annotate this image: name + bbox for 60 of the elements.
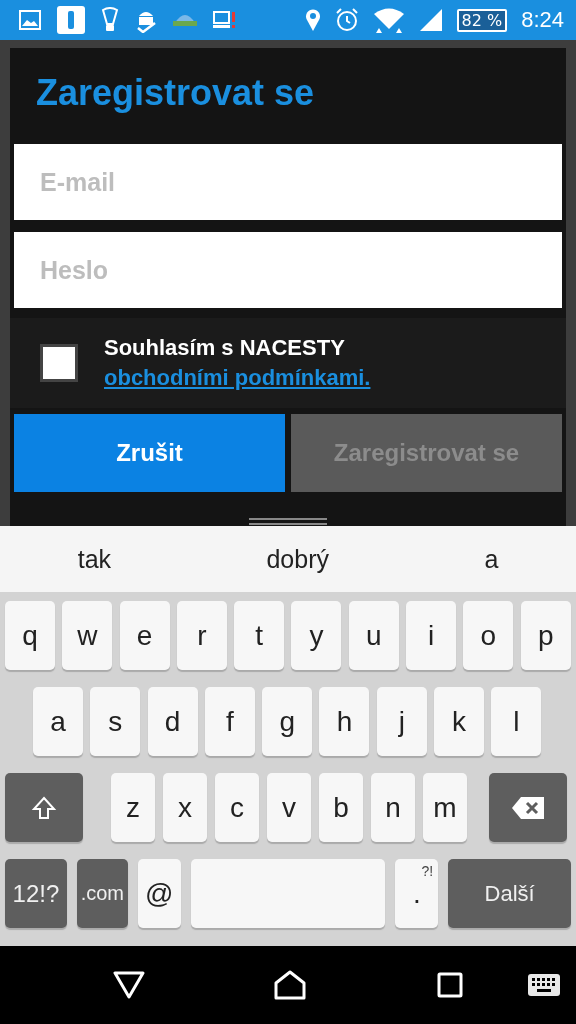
- wifi-icon: [372, 7, 405, 33]
- shift-key[interactable]: [5, 773, 83, 842]
- cancel-button[interactable]: Zrušit: [14, 414, 285, 492]
- keyboard-icon[interactable]: [528, 974, 560, 996]
- letter-key[interactable]: j: [376, 687, 427, 756]
- letter-key[interactable]: k: [434, 687, 485, 756]
- letter-key[interactable]: u: [348, 601, 399, 670]
- letter-key[interactable]: q: [5, 601, 55, 670]
- symbols-key[interactable]: 12!?: [5, 859, 67, 928]
- alarm-icon: [334, 8, 359, 32]
- letter-key[interactable]: p: [520, 601, 571, 670]
- backspace-key[interactable]: [489, 773, 567, 842]
- letter-key[interactable]: t: [234, 601, 285, 670]
- word-suggestion[interactable]: tak: [77, 544, 112, 574]
- com-key[interactable]: .com: [76, 859, 128, 928]
- word-suggestion[interactable]: a: [484, 544, 499, 574]
- terms-link[interactable]: obchodními podmínkami.: [104, 365, 371, 390]
- letter-key[interactable]: x: [163, 773, 207, 842]
- letter-key[interactable]: l: [491, 687, 542, 756]
- recents-icon[interactable]: [437, 972, 463, 998]
- drag-handle-icon[interactable]: [249, 518, 327, 526]
- battery-indicator: 82 %: [456, 8, 508, 32]
- letter-key[interactable]: n: [371, 773, 415, 842]
- letter-key[interactable]: c: [215, 773, 259, 842]
- backspace-icon: [511, 795, 545, 820]
- home-icon[interactable]: [274, 970, 306, 1000]
- shift-icon: [31, 794, 57, 821]
- word-suggestion[interactable]: dobrý: [266, 544, 329, 574]
- letter-key[interactable]: s: [90, 687, 141, 756]
- letter-key[interactable]: h: [319, 687, 370, 756]
- terms-checkbox[interactable]: [40, 344, 78, 382]
- period-key[interactable]: ?! .: [395, 859, 439, 928]
- letter-key[interactable]: b: [319, 773, 363, 842]
- letter-key[interactable]: w: [62, 601, 113, 670]
- bulb-icon: [101, 7, 119, 33]
- image-icon: [19, 10, 41, 30]
- letter-key[interactable]: f: [204, 687, 255, 756]
- letter-key[interactable]: o: [463, 601, 514, 670]
- email-field[interactable]: E-mail: [14, 144, 562, 220]
- computer-alert-icon: [213, 10, 237, 30]
- letter-key[interactable]: z: [111, 773, 155, 842]
- next-key[interactable]: Další: [448, 859, 571, 928]
- back-icon[interactable]: [113, 971, 145, 999]
- letter-key[interactable]: i: [406, 601, 457, 670]
- letter-key[interactable]: r: [176, 601, 227, 670]
- terms-text: Souhlasím s NACESTY obchodními podmínkami.: [104, 334, 372, 392]
- at-key[interactable]: @: [137, 859, 181, 928]
- letter-key[interactable]: e: [119, 601, 170, 670]
- location-icon: [304, 8, 321, 32]
- letter-key[interactable]: a: [33, 687, 83, 756]
- letter-key[interactable]: v: [267, 773, 311, 842]
- letter-key[interactable]: d: [147, 687, 198, 756]
- signal-icon: [418, 8, 443, 32]
- clock-time: 8:24: [521, 7, 564, 33]
- letter-key[interactable]: g: [262, 687, 313, 756]
- letter-key[interactable]: y: [291, 601, 342, 670]
- letter-key[interactable]: m: [423, 773, 467, 842]
- app-icon: [57, 6, 85, 34]
- dialog-title: Zaregistrovat se: [35, 71, 316, 115]
- password-field[interactable]: Heslo: [14, 232, 562, 308]
